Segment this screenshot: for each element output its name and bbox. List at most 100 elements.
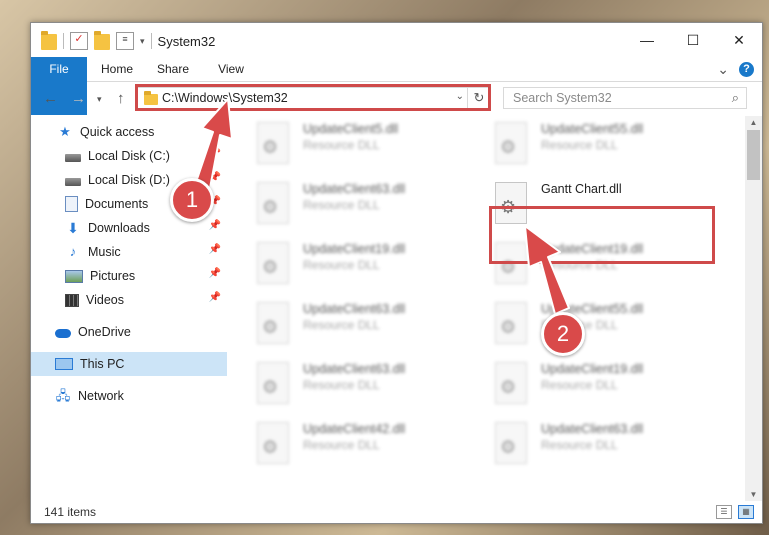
nav-item-videos[interactable]: Videos 📌 <box>31 288 227 312</box>
tab-share[interactable]: Share <box>153 57 193 81</box>
properties-check-icon[interactable]: ✓ <box>70 32 88 50</box>
pictures-icon <box>65 269 83 283</box>
file-name: UpdateClient63.dll <box>303 302 406 316</box>
download-icon: ⬇ <box>67 220 79 236</box>
star-icon: ★ <box>59 124 71 139</box>
vertical-scrollbar[interactable]: ▲ ▼ <box>745 116 762 501</box>
nav-item-network[interactable]: 🖧 Network <box>31 384 227 408</box>
file-item[interactable]: ⚙ UpdateClient5.dll Resource DLL <box>249 118 479 176</box>
tab-home[interactable]: Home <box>97 57 137 81</box>
maximize-button[interactable]: ☐ <box>670 23 716 57</box>
dll-file-icon: ⚙ <box>495 362 527 404</box>
nav-item-music[interactable]: ♪ Music 📌 <box>31 240 227 264</box>
file-highlight-box <box>489 206 715 264</box>
dll-file-icon: ⚙ <box>257 182 289 224</box>
file-item[interactable]: ⚙ UpdateClient42.dll Resource DLL <box>249 418 479 476</box>
pin-icon[interactable]: 📌 <box>209 220 221 231</box>
file-name: UpdateClient5.dll <box>303 122 399 136</box>
file-name: UpdateClient42.dll <box>303 422 406 436</box>
scroll-down-icon[interactable]: ▼ <box>745 490 762 499</box>
cloud-icon <box>55 329 71 338</box>
pin-icon[interactable]: 📌 <box>209 244 221 255</box>
large-icons-view-icon[interactable]: ▦ <box>738 505 754 519</box>
close-button[interactable]: ✕ <box>716 23 762 57</box>
dll-file-icon: ⚙ <box>495 302 527 344</box>
nav-item-onedrive[interactable]: OneDrive <box>31 320 227 344</box>
file-type: Resource DLL <box>541 138 618 152</box>
callout-badge-1: 1 <box>170 178 214 222</box>
pin-icon[interactable]: 📌 <box>209 268 221 279</box>
title-bar: ✓ ≡ ▾ System32 — ☐ ✕ <box>31 23 762 57</box>
dll-file-icon: ⚙ <box>257 422 289 464</box>
file-item[interactable]: ⚙ UpdateClient63.dll Resource DLL <box>249 298 479 356</box>
file-item[interactable]: ⚙ UpdateClient55.dll Resource DLL <box>487 298 717 356</box>
nav-item-pictures[interactable]: Pictures 📌 <box>31 264 227 288</box>
file-list: ⚙ UpdateClient5.dll Resource DLL ⚙ Updat… <box>237 116 742 501</box>
file-type: Resource DLL <box>541 438 618 452</box>
quick-access-toolbar: ✓ ≡ ▾ System32 <box>41 31 215 50</box>
nav-item-label: Documents <box>85 197 149 211</box>
search-box[interactable]: Search System32 ⌕ <box>503 87 747 109</box>
callout-badge-2: 2 <box>541 312 585 356</box>
dll-file-icon: ⚙ <box>257 122 289 164</box>
file-type: Resource DLL <box>541 378 618 392</box>
file-name: UpdateClient55.dll <box>541 122 644 136</box>
computer-icon <box>55 358 73 370</box>
file-item[interactable]: ⚙ UpdateClient63.dll Resource DLL <box>487 418 717 476</box>
scroll-up-icon[interactable]: ▲ <box>745 118 762 127</box>
file-item[interactable]: ⚙ UpdateClient63.dll Resource DLL <box>249 358 479 416</box>
back-arrow-icon[interactable]: ← <box>43 90 58 107</box>
tab-view[interactable]: View <box>211 57 251 81</box>
file-type: Resource DLL <box>303 438 380 452</box>
ribbon-tabs: File Home Share View ⌄ ? <box>31 57 762 115</box>
nav-item-quick-access[interactable]: ★ Quick access <box>31 120 227 144</box>
search-placeholder[interactable]: Search System32 <box>513 91 612 105</box>
file-type: Resource DLL <box>303 198 380 212</box>
pin-icon[interactable]: 📌 <box>209 148 221 159</box>
nav-item-local-disk-c[interactable]: Local Disk (C:) 📌 <box>31 144 227 168</box>
new-folder-icon[interactable] <box>94 31 110 50</box>
details-view-icon[interactable]: ☰ <box>716 505 732 519</box>
toolbar-divider <box>150 33 152 49</box>
forward-arrow-icon[interactable]: → <box>71 90 86 107</box>
drive-icon <box>65 177 81 186</box>
nav-item-this-pc[interactable]: This PC <box>31 352 227 376</box>
file-name: UpdateClient63.dll <box>303 362 406 376</box>
toolbar-dropdown-icon[interactable]: ▾ <box>140 36 145 47</box>
recent-locations-chevron-icon[interactable]: ▾ <box>97 94 102 105</box>
pin-icon[interactable]: 📌 <box>209 292 221 303</box>
help-icon[interactable]: ? <box>739 62 754 77</box>
file-type: Resource DLL <box>303 378 380 392</box>
file-name: UpdateClient19.dll <box>303 242 406 256</box>
up-arrow-icon[interactable]: ↑ <box>117 90 125 107</box>
nav-item-label: Local Disk (C:) <box>88 149 170 163</box>
file-name: UpdateClient63.dll <box>541 422 644 436</box>
drive-icon <box>65 153 81 162</box>
dll-file-icon: ⚙ <box>257 362 289 404</box>
dll-file-icon: ⚙ <box>257 242 289 284</box>
file-name: Gantt Chart.dll <box>541 182 622 196</box>
toolbar-divider <box>63 33 64 49</box>
file-item[interactable]: ⚙ UpdateClient55.dll Resource DLL <box>487 118 717 176</box>
music-icon: ♪ <box>69 244 77 259</box>
dll-file-icon: ⚙ <box>257 302 289 344</box>
file-type: Resource DLL <box>303 258 380 272</box>
file-item[interactable]: ⚙ UpdateClient19.dll Resource DLL <box>487 358 717 416</box>
dll-file-icon: ⚙ <box>495 122 527 164</box>
pin-icon[interactable]: 📌 <box>209 172 221 183</box>
nav-item-label: OneDrive <box>78 325 131 339</box>
customize-toolbar-icon[interactable]: ≡ <box>116 32 134 50</box>
file-item[interactable]: ⚙ UpdateClient63.dll Resource DLL <box>249 178 479 236</box>
folder-icon <box>41 31 57 50</box>
network-icon: 🖧 <box>55 388 71 403</box>
address-highlight-box <box>135 84 491 111</box>
file-item[interactable]: ⚙ UpdateClient19.dll Resource DLL <box>249 238 479 296</box>
file-name: UpdateClient63.dll <box>303 182 406 196</box>
scrollbar-thumb[interactable] <box>747 130 760 180</box>
address-row: ← → ▾ ↑ C:\Windows\System32 ⌄ ↻ Search S… <box>31 82 762 116</box>
dll-file-icon: ⚙ <box>495 422 527 464</box>
minimize-button[interactable]: — <box>624 23 670 57</box>
status-bar: 141 items ☰ ▦ <box>31 501 762 523</box>
search-icon[interactable]: ⌕ <box>732 90 739 106</box>
expand-ribbon-icon[interactable]: ⌄ <box>717 61 729 78</box>
